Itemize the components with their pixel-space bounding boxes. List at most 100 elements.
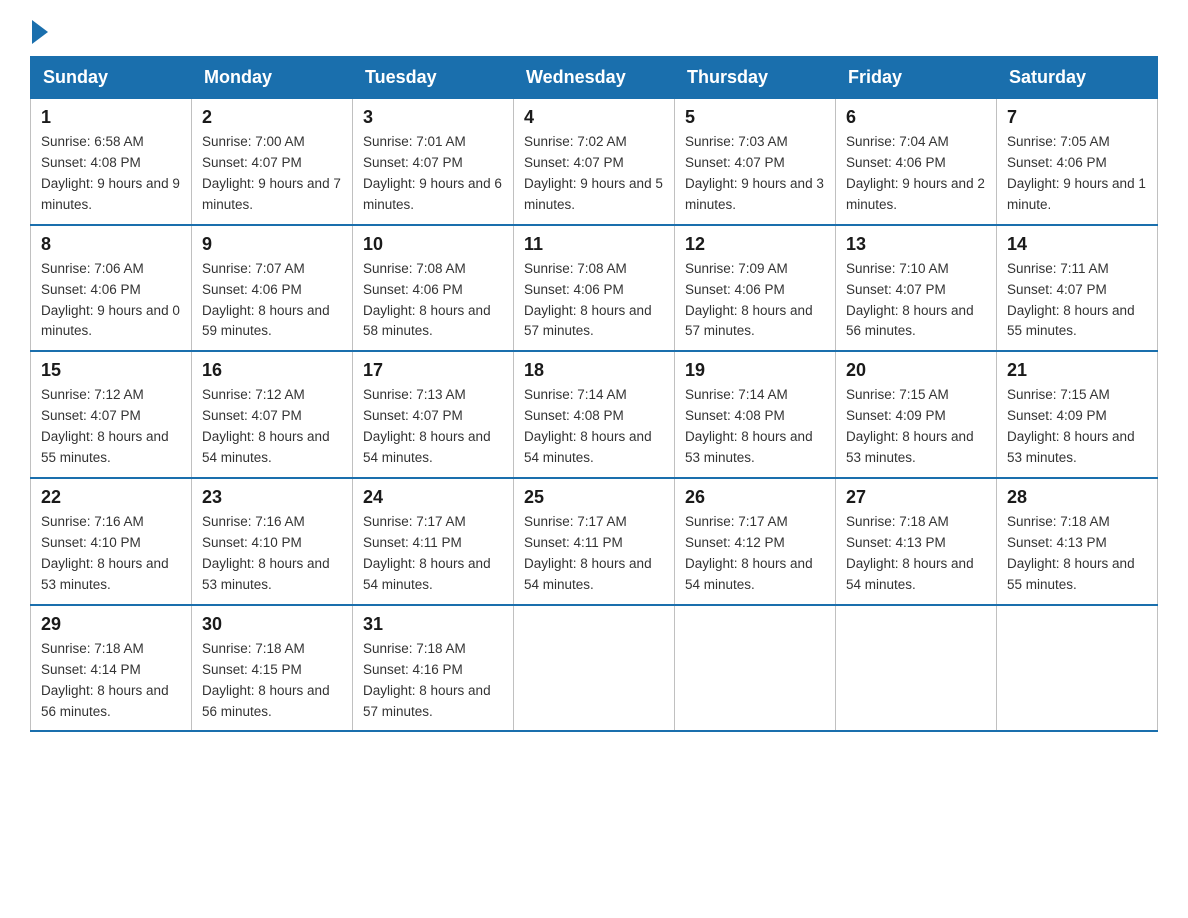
calendar-cell: 2 Sunrise: 7:00 AMSunset: 4:07 PMDayligh… [192,99,353,225]
day-number: 3 [363,107,503,128]
day-info: Sunrise: 7:12 AMSunset: 4:07 PMDaylight:… [41,387,169,465]
day-number: 12 [685,234,825,255]
day-number: 28 [1007,487,1147,508]
day-number: 11 [524,234,664,255]
day-number: 24 [363,487,503,508]
calendar-cell: 21 Sunrise: 7:15 AMSunset: 4:09 PMDaylig… [997,351,1158,478]
calendar-cell: 9 Sunrise: 7:07 AMSunset: 4:06 PMDayligh… [192,225,353,352]
calendar-cell: 4 Sunrise: 7:02 AMSunset: 4:07 PMDayligh… [514,99,675,225]
calendar-cell: 15 Sunrise: 7:12 AMSunset: 4:07 PMDaylig… [31,351,192,478]
day-number: 14 [1007,234,1147,255]
weekday-header-tuesday: Tuesday [353,57,514,99]
day-info: Sunrise: 7:15 AMSunset: 4:09 PMDaylight:… [846,387,974,465]
calendar-cell: 17 Sunrise: 7:13 AMSunset: 4:07 PMDaylig… [353,351,514,478]
logo-chevron-icon [32,20,48,44]
day-number: 20 [846,360,986,381]
calendar-cell: 19 Sunrise: 7:14 AMSunset: 4:08 PMDaylig… [675,351,836,478]
day-info: Sunrise: 7:17 AMSunset: 4:11 PMDaylight:… [524,514,652,592]
calendar-cell: 13 Sunrise: 7:10 AMSunset: 4:07 PMDaylig… [836,225,997,352]
day-info: Sunrise: 7:17 AMSunset: 4:11 PMDaylight:… [363,514,491,592]
calendar-cell: 27 Sunrise: 7:18 AMSunset: 4:13 PMDaylig… [836,478,997,605]
day-info: Sunrise: 7:01 AMSunset: 4:07 PMDaylight:… [363,134,502,212]
day-number: 21 [1007,360,1147,381]
day-number: 15 [41,360,181,381]
day-info: Sunrise: 7:18 AMSunset: 4:13 PMDaylight:… [846,514,974,592]
calendar-week-row: 29 Sunrise: 7:18 AMSunset: 4:14 PMDaylig… [31,605,1158,732]
day-number: 26 [685,487,825,508]
day-info: Sunrise: 7:07 AMSunset: 4:06 PMDaylight:… [202,261,330,339]
calendar-cell: 7 Sunrise: 7:05 AMSunset: 4:06 PMDayligh… [997,99,1158,225]
calendar-cell [997,605,1158,732]
calendar-cell: 10 Sunrise: 7:08 AMSunset: 4:06 PMDaylig… [353,225,514,352]
day-info: Sunrise: 7:03 AMSunset: 4:07 PMDaylight:… [685,134,824,212]
day-info: Sunrise: 7:16 AMSunset: 4:10 PMDaylight:… [41,514,169,592]
day-number: 22 [41,487,181,508]
calendar-cell [836,605,997,732]
calendar-cell: 30 Sunrise: 7:18 AMSunset: 4:15 PMDaylig… [192,605,353,732]
day-number: 4 [524,107,664,128]
calendar-cell: 28 Sunrise: 7:18 AMSunset: 4:13 PMDaylig… [997,478,1158,605]
weekday-header-sunday: Sunday [31,57,192,99]
calendar-cell: 6 Sunrise: 7:04 AMSunset: 4:06 PMDayligh… [836,99,997,225]
calendar-cell: 5 Sunrise: 7:03 AMSunset: 4:07 PMDayligh… [675,99,836,225]
day-info: Sunrise: 7:05 AMSunset: 4:06 PMDaylight:… [1007,134,1146,212]
day-number: 25 [524,487,664,508]
day-info: Sunrise: 7:08 AMSunset: 4:06 PMDaylight:… [524,261,652,339]
calendar-cell: 24 Sunrise: 7:17 AMSunset: 4:11 PMDaylig… [353,478,514,605]
calendar-cell: 18 Sunrise: 7:14 AMSunset: 4:08 PMDaylig… [514,351,675,478]
day-number: 17 [363,360,503,381]
calendar-cell: 11 Sunrise: 7:08 AMSunset: 4:06 PMDaylig… [514,225,675,352]
day-number: 27 [846,487,986,508]
calendar-cell: 22 Sunrise: 7:16 AMSunset: 4:10 PMDaylig… [31,478,192,605]
weekday-header-thursday: Thursday [675,57,836,99]
day-number: 23 [202,487,342,508]
day-info: Sunrise: 6:58 AMSunset: 4:08 PMDaylight:… [41,134,180,212]
day-number: 9 [202,234,342,255]
calendar-cell [514,605,675,732]
weekday-header-saturday: Saturday [997,57,1158,99]
day-info: Sunrise: 7:18 AMSunset: 4:16 PMDaylight:… [363,641,491,719]
day-number: 31 [363,614,503,635]
day-number: 8 [41,234,181,255]
calendar-cell: 31 Sunrise: 7:18 AMSunset: 4:16 PMDaylig… [353,605,514,732]
calendar-cell: 12 Sunrise: 7:09 AMSunset: 4:06 PMDaylig… [675,225,836,352]
weekday-header-monday: Monday [192,57,353,99]
day-number: 10 [363,234,503,255]
calendar-cell: 25 Sunrise: 7:17 AMSunset: 4:11 PMDaylig… [514,478,675,605]
day-info: Sunrise: 7:00 AMSunset: 4:07 PMDaylight:… [202,134,341,212]
calendar-cell: 26 Sunrise: 7:17 AMSunset: 4:12 PMDaylig… [675,478,836,605]
day-number: 19 [685,360,825,381]
day-info: Sunrise: 7:14 AMSunset: 4:08 PMDaylight:… [685,387,813,465]
calendar-cell: 14 Sunrise: 7:11 AMSunset: 4:07 PMDaylig… [997,225,1158,352]
day-info: Sunrise: 7:09 AMSunset: 4:06 PMDaylight:… [685,261,813,339]
day-info: Sunrise: 7:18 AMSunset: 4:14 PMDaylight:… [41,641,169,719]
calendar-week-row: 8 Sunrise: 7:06 AMSunset: 4:06 PMDayligh… [31,225,1158,352]
calendar-cell: 23 Sunrise: 7:16 AMSunset: 4:10 PMDaylig… [192,478,353,605]
calendar-cell: 3 Sunrise: 7:01 AMSunset: 4:07 PMDayligh… [353,99,514,225]
day-number: 16 [202,360,342,381]
day-number: 2 [202,107,342,128]
day-info: Sunrise: 7:15 AMSunset: 4:09 PMDaylight:… [1007,387,1135,465]
day-info: Sunrise: 7:16 AMSunset: 4:10 PMDaylight:… [202,514,330,592]
day-info: Sunrise: 7:14 AMSunset: 4:08 PMDaylight:… [524,387,652,465]
day-number: 7 [1007,107,1147,128]
calendar-cell: 1 Sunrise: 6:58 AMSunset: 4:08 PMDayligh… [31,99,192,225]
calendar-cell: 8 Sunrise: 7:06 AMSunset: 4:06 PMDayligh… [31,225,192,352]
weekday-header-row: SundayMondayTuesdayWednesdayThursdayFrid… [31,57,1158,99]
calendar-cell: 29 Sunrise: 7:18 AMSunset: 4:14 PMDaylig… [31,605,192,732]
day-number: 18 [524,360,664,381]
calendar-week-row: 22 Sunrise: 7:16 AMSunset: 4:10 PMDaylig… [31,478,1158,605]
day-info: Sunrise: 7:18 AMSunset: 4:15 PMDaylight:… [202,641,330,719]
day-info: Sunrise: 7:13 AMSunset: 4:07 PMDaylight:… [363,387,491,465]
day-number: 29 [41,614,181,635]
calendar-table: SundayMondayTuesdayWednesdayThursdayFrid… [30,56,1158,732]
day-number: 30 [202,614,342,635]
calendar-header: SundayMondayTuesdayWednesdayThursdayFrid… [31,57,1158,99]
day-info: Sunrise: 7:18 AMSunset: 4:13 PMDaylight:… [1007,514,1135,592]
day-info: Sunrise: 7:10 AMSunset: 4:07 PMDaylight:… [846,261,974,339]
page-header [30,20,1158,46]
day-info: Sunrise: 7:17 AMSunset: 4:12 PMDaylight:… [685,514,813,592]
weekday-header-wednesday: Wednesday [514,57,675,99]
calendar-week-row: 1 Sunrise: 6:58 AMSunset: 4:08 PMDayligh… [31,99,1158,225]
day-info: Sunrise: 7:11 AMSunset: 4:07 PMDaylight:… [1007,261,1135,339]
